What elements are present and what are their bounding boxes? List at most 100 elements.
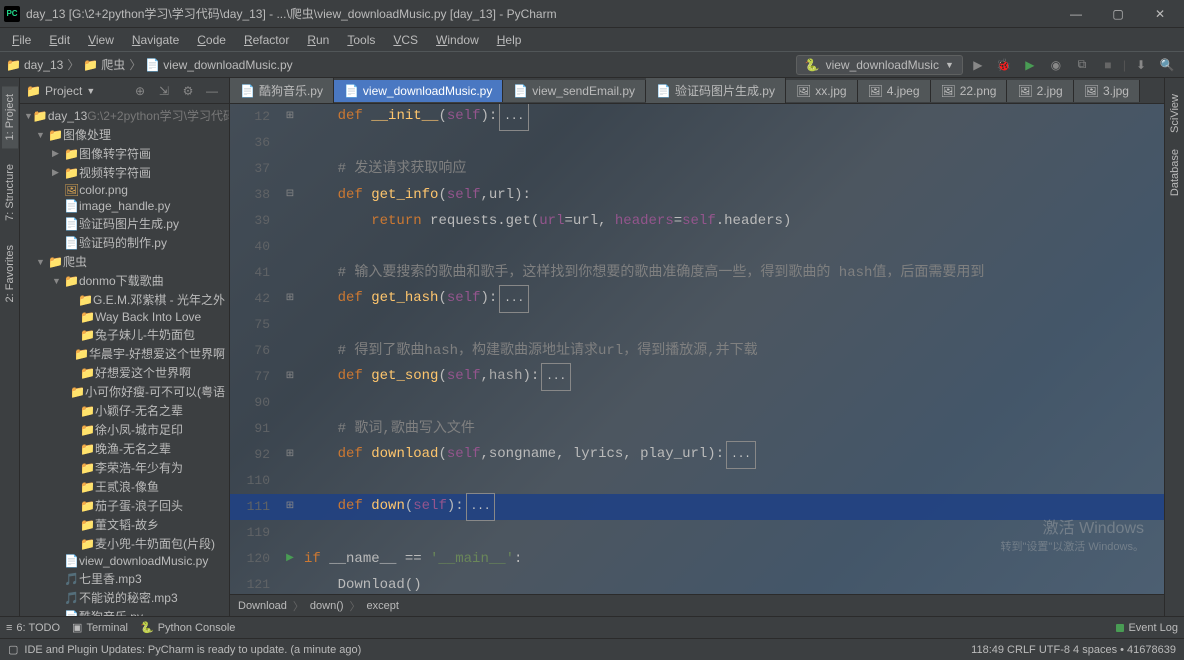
menu-run[interactable]: Run: [299, 31, 337, 49]
left-tab-0[interactable]: 1: Project: [2, 86, 18, 148]
stop-button[interactable]: ■: [1097, 54, 1119, 76]
tree-item[interactable]: 📁 Way Back Into Love: [20, 309, 229, 325]
run-button[interactable]: ▶: [967, 54, 989, 76]
editor-tab[interactable]: 📄view_downloadMusic.py: [334, 80, 503, 102]
tree-item[interactable]: 📁 小可你好瘦-可不可以(粤语: [20, 382, 229, 401]
tree-item[interactable]: 📁 华晨宇-好想爱这个世界啊: [20, 344, 229, 363]
left-tab-2[interactable]: 2: Favorites: [2, 237, 18, 310]
tree-item[interactable]: 📁 董文韬-故乡: [20, 515, 229, 534]
code-line[interactable]: 92⊞ def download(self,songname, lyrics, …: [230, 442, 1164, 468]
tree-item[interactable]: 📁 小颖仔-无名之辈: [20, 401, 229, 420]
bottom-tab[interactable]: ▣Terminal: [72, 621, 128, 634]
menu-refactor[interactable]: Refactor: [236, 31, 297, 49]
tree-item[interactable]: 📄 酷狗音乐.py: [20, 607, 229, 616]
editor-tab[interactable]: 📄验证码图片生成.py: [646, 78, 786, 103]
tree-item[interactable]: ▶📁 视频转字符画: [20, 163, 229, 182]
tree-item[interactable]: 📁 好想爱这个世界啊: [20, 363, 229, 382]
tree-item[interactable]: 📁 兔子妹儿-牛奶面包: [20, 325, 229, 344]
tree-item[interactable]: ▼📁 爬虫: [20, 252, 229, 271]
menu-help[interactable]: Help: [489, 31, 530, 49]
tree-item[interactable]: 🖼 color.png: [20, 182, 229, 198]
menu-window[interactable]: Window: [428, 31, 487, 49]
menu-file[interactable]: File: [4, 31, 39, 49]
bottom-tab[interactable]: ≡6: TODO: [6, 621, 60, 634]
code-line[interactable]: 121 Download(): [230, 572, 1164, 594]
code-line[interactable]: 41 # 输入要搜索的歌曲和歌手，这样找到你想要的歌曲准确度高一些，得到歌曲的 …: [230, 260, 1164, 286]
tree-item[interactable]: 📄 验证码的制作.py: [20, 233, 229, 252]
tree-item[interactable]: ▼📁 图像处理: [20, 125, 229, 144]
code-line[interactable]: 42⊞ def get_hash(self):...: [230, 286, 1164, 312]
editor-tab[interactable]: 🖼4.jpeg: [858, 80, 931, 102]
code-breadcrumb-item[interactable]: down(): [310, 600, 344, 612]
breadcrumb-item[interactable]: 📁day_13: [6, 58, 63, 72]
target-icon[interactable]: ⊕: [129, 80, 151, 102]
menu-edit[interactable]: Edit: [41, 31, 78, 49]
update-button[interactable]: ⬇: [1130, 54, 1152, 76]
debug-button[interactable]: 🐞: [993, 54, 1015, 76]
minimize-button[interactable]: —: [1056, 2, 1096, 26]
project-tree[interactable]: ▼📁 day_13 G:\2+2python学习\学习代码▼📁 图像处理▶📁 图…: [20, 104, 229, 616]
code-line[interactable]: 77⊞ def get_song(self,hash):...: [230, 364, 1164, 390]
tree-item[interactable]: 📁 茄子蛋-浪子回头: [20, 496, 229, 515]
tree-item[interactable]: ▼📁 donmo下载歌曲: [20, 271, 229, 290]
tree-item[interactable]: ▼📁 day_13 G:\2+2python学习\学习代码: [20, 106, 229, 125]
editor-tab[interactable]: 🖼xx.jpg: [786, 80, 858, 102]
menu-view[interactable]: View: [80, 31, 122, 49]
collapse-icon[interactable]: ⇲: [153, 80, 175, 102]
py-icon: 🐍: [805, 58, 820, 72]
code-line[interactable]: 39 return requests.get(url=url, headers=…: [230, 208, 1164, 234]
right-tab-1[interactable]: Database: [1167, 141, 1183, 204]
menu-code[interactable]: Code: [189, 31, 234, 49]
right-tab-0[interactable]: SciView: [1167, 86, 1183, 141]
tree-item[interactable]: 📁 徐小凤-城市足印: [20, 420, 229, 439]
search-button[interactable]: 🔍: [1156, 54, 1178, 76]
code-line[interactable]: 75: [230, 312, 1164, 338]
editor-tab[interactable]: 📄view_sendEmail.py: [503, 80, 646, 102]
tree-item[interactable]: 🎵 七里香.mp3: [20, 569, 229, 588]
maximize-button[interactable]: ▢: [1098, 2, 1138, 26]
bottom-tab[interactable]: 🐍Python Console: [140, 621, 235, 634]
tree-item[interactable]: 📄 view_downloadMusic.py: [20, 553, 229, 569]
code-line[interactable]: 12⊞ def __init__(self):...: [230, 104, 1164, 130]
chevron-down-icon: ▼: [945, 60, 954, 70]
tree-item[interactable]: 📁 晚渔-无名之辈: [20, 439, 229, 458]
run-config-selector[interactable]: 🐍 view_downloadMusic ▼: [796, 55, 963, 75]
event-log-tab[interactable]: Event Log: [1116, 622, 1178, 634]
chevron-down-icon[interactable]: ▼: [86, 86, 95, 96]
menu-navigate[interactable]: Navigate: [124, 31, 187, 49]
code-breadcrumb-item[interactable]: except: [367, 600, 399, 612]
editor-tab[interactable]: 🖼22.png: [931, 80, 1008, 102]
tree-item[interactable]: 📄 验证码图片生成.py: [20, 214, 229, 233]
run-with-coverage-button[interactable]: ▶: [1019, 54, 1041, 76]
close-button[interactable]: ✕: [1140, 2, 1180, 26]
concurrency-button[interactable]: ⧉: [1071, 54, 1093, 76]
editor-tab[interactable]: 📄酷狗音乐.py: [230, 78, 334, 103]
tree-item[interactable]: 📄 image_handle.py: [20, 198, 229, 214]
menu-vcs[interactable]: VCS: [385, 31, 426, 49]
status-position[interactable]: 118:49 CRLF UTF-8 4 spaces • 41678639: [971, 644, 1176, 656]
code-line[interactable]: 91 # 歌词,歌曲写入文件: [230, 416, 1164, 442]
tree-item[interactable]: 📁 王贰浪-像鱼: [20, 477, 229, 496]
code-line[interactable]: 110: [230, 468, 1164, 494]
tree-item[interactable]: 📁 李荣浩-年少有为: [20, 458, 229, 477]
editor-tab[interactable]: 🖼3.jpg: [1074, 80, 1140, 102]
code-line[interactable]: 36: [230, 130, 1164, 156]
tree-item[interactable]: 📁 G.E.M.邓紫棋 - 光年之外: [20, 290, 229, 309]
tree-item[interactable]: ▶📁 图像转字符画: [20, 144, 229, 163]
left-tab-1[interactable]: 7: Structure: [2, 156, 18, 229]
breadcrumb-item[interactable]: 📁爬虫: [83, 56, 125, 73]
code-line[interactable]: 38⊟ def get_info(self,url):: [230, 182, 1164, 208]
code-breadcrumb-item[interactable]: Download: [238, 600, 287, 612]
gear-icon[interactable]: ⚙: [177, 80, 199, 102]
editor-tab[interactable]: 🖼2.jpg: [1007, 80, 1073, 102]
breadcrumb-item[interactable]: 📄view_downloadMusic.py: [145, 58, 292, 72]
code-line[interactable]: 37 # 发送请求获取响应: [230, 156, 1164, 182]
hide-icon[interactable]: —: [201, 80, 223, 102]
code-line[interactable]: 76 # 得到了歌曲hash，构建歌曲源地址请求url，得到播放源,并下载: [230, 338, 1164, 364]
code-line[interactable]: 90: [230, 390, 1164, 416]
code-line[interactable]: 40: [230, 234, 1164, 260]
tree-item[interactable]: 📁 麦小兜-牛奶面包(片段): [20, 534, 229, 553]
profile-button[interactable]: ◉: [1045, 54, 1067, 76]
tree-item[interactable]: 🎵 不能说的秘密.mp3: [20, 588, 229, 607]
menu-tools[interactable]: Tools: [339, 31, 383, 49]
